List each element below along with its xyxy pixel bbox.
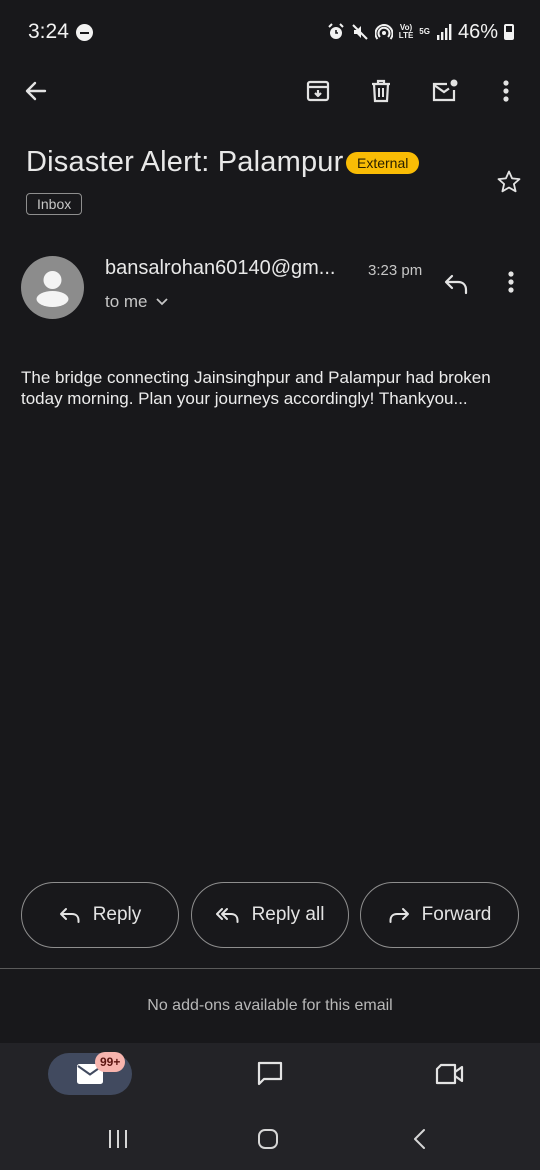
email-subject: Disaster Alert: Palampur bbox=[26, 146, 344, 178]
sender-more-icon[interactable] bbox=[489, 260, 533, 304]
divider bbox=[0, 968, 540, 969]
avatar[interactable] bbox=[21, 256, 84, 319]
reply-all-button[interactable]: Reply all bbox=[191, 882, 349, 948]
alarm-icon bbox=[328, 23, 344, 39]
delete-icon[interactable] bbox=[359, 69, 403, 113]
star-icon[interactable] bbox=[487, 160, 531, 204]
reply-label: Reply bbox=[92, 904, 142, 925]
recipient-toggle[interactable]: to me bbox=[105, 292, 168, 312]
dnd-icon bbox=[76, 24, 93, 41]
status-bar: 3:24 Vo) LTE 5G 46% bbox=[0, 0, 540, 64]
5g-icon: 5G bbox=[419, 27, 430, 36]
folder-label[interactable]: Inbox bbox=[26, 193, 83, 215]
forward-button[interactable]: Forward bbox=[360, 882, 519, 948]
reply-button[interactable]: Reply bbox=[21, 882, 179, 948]
nav-meet[interactable] bbox=[428, 1053, 472, 1095]
nav-chat[interactable] bbox=[248, 1053, 292, 1095]
email-time: 3:23 pm bbox=[368, 262, 423, 279]
bottom-nav bbox=[0, 1043, 540, 1109]
archive-icon[interactable] bbox=[296, 69, 340, 113]
recents-icon[interactable] bbox=[98, 1121, 138, 1157]
reply-all-arrow-icon bbox=[215, 908, 239, 923]
forward-arrow-icon bbox=[389, 908, 409, 923]
back-icon[interactable] bbox=[400, 1121, 440, 1157]
home-icon[interactable] bbox=[248, 1121, 288, 1157]
email-toolbar bbox=[0, 64, 540, 120]
recipient-label: to me bbox=[105, 292, 148, 311]
system-nav bbox=[0, 1109, 540, 1170]
sender-address[interactable]: bansalrohan60140@gm... bbox=[105, 257, 335, 280]
reply-arrow-icon bbox=[59, 908, 80, 923]
meet-icon bbox=[435, 1063, 464, 1085]
external-badge: External bbox=[346, 152, 420, 174]
reply-all-label: Reply all bbox=[251, 904, 325, 925]
status-icons: Vo) LTE 5G 46% bbox=[327, 19, 514, 45]
reply-icon[interactable] bbox=[434, 262, 478, 306]
mail-count-badge: 99+ bbox=[95, 1052, 126, 1072]
mark-unread-icon[interactable] bbox=[423, 69, 467, 113]
forward-label: Forward bbox=[421, 904, 492, 925]
volte-icon: Vo) LTE bbox=[398, 23, 414, 40]
chevron-down-icon bbox=[155, 298, 168, 306]
email-actions: Reply Reply all Forward bbox=[21, 882, 519, 948]
more-vert-icon[interactable] bbox=[484, 69, 528, 113]
email-body: The bridge connecting Jainsinghpur and P… bbox=[21, 368, 491, 408]
battery-percent: 46% bbox=[457, 20, 498, 43]
signal-icon bbox=[436, 24, 452, 40]
back-arrow-icon[interactable] bbox=[14, 69, 58, 113]
battery-icon bbox=[504, 24, 514, 40]
chat-icon bbox=[257, 1061, 283, 1086]
hotspot-icon bbox=[374, 24, 393, 40]
status-time: 3:24 bbox=[28, 20, 69, 43]
mute-icon bbox=[352, 24, 368, 40]
addons-message: No add-ons available for this email bbox=[147, 997, 393, 1014]
